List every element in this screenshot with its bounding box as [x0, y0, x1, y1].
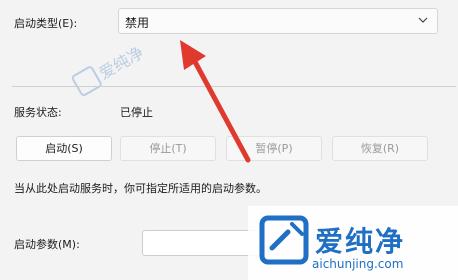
- watermark-logo-icon: [259, 215, 309, 265]
- watermark-url: aichunjing.com: [312, 257, 404, 271]
- watermark-text: 爱纯净: [315, 225, 406, 258]
